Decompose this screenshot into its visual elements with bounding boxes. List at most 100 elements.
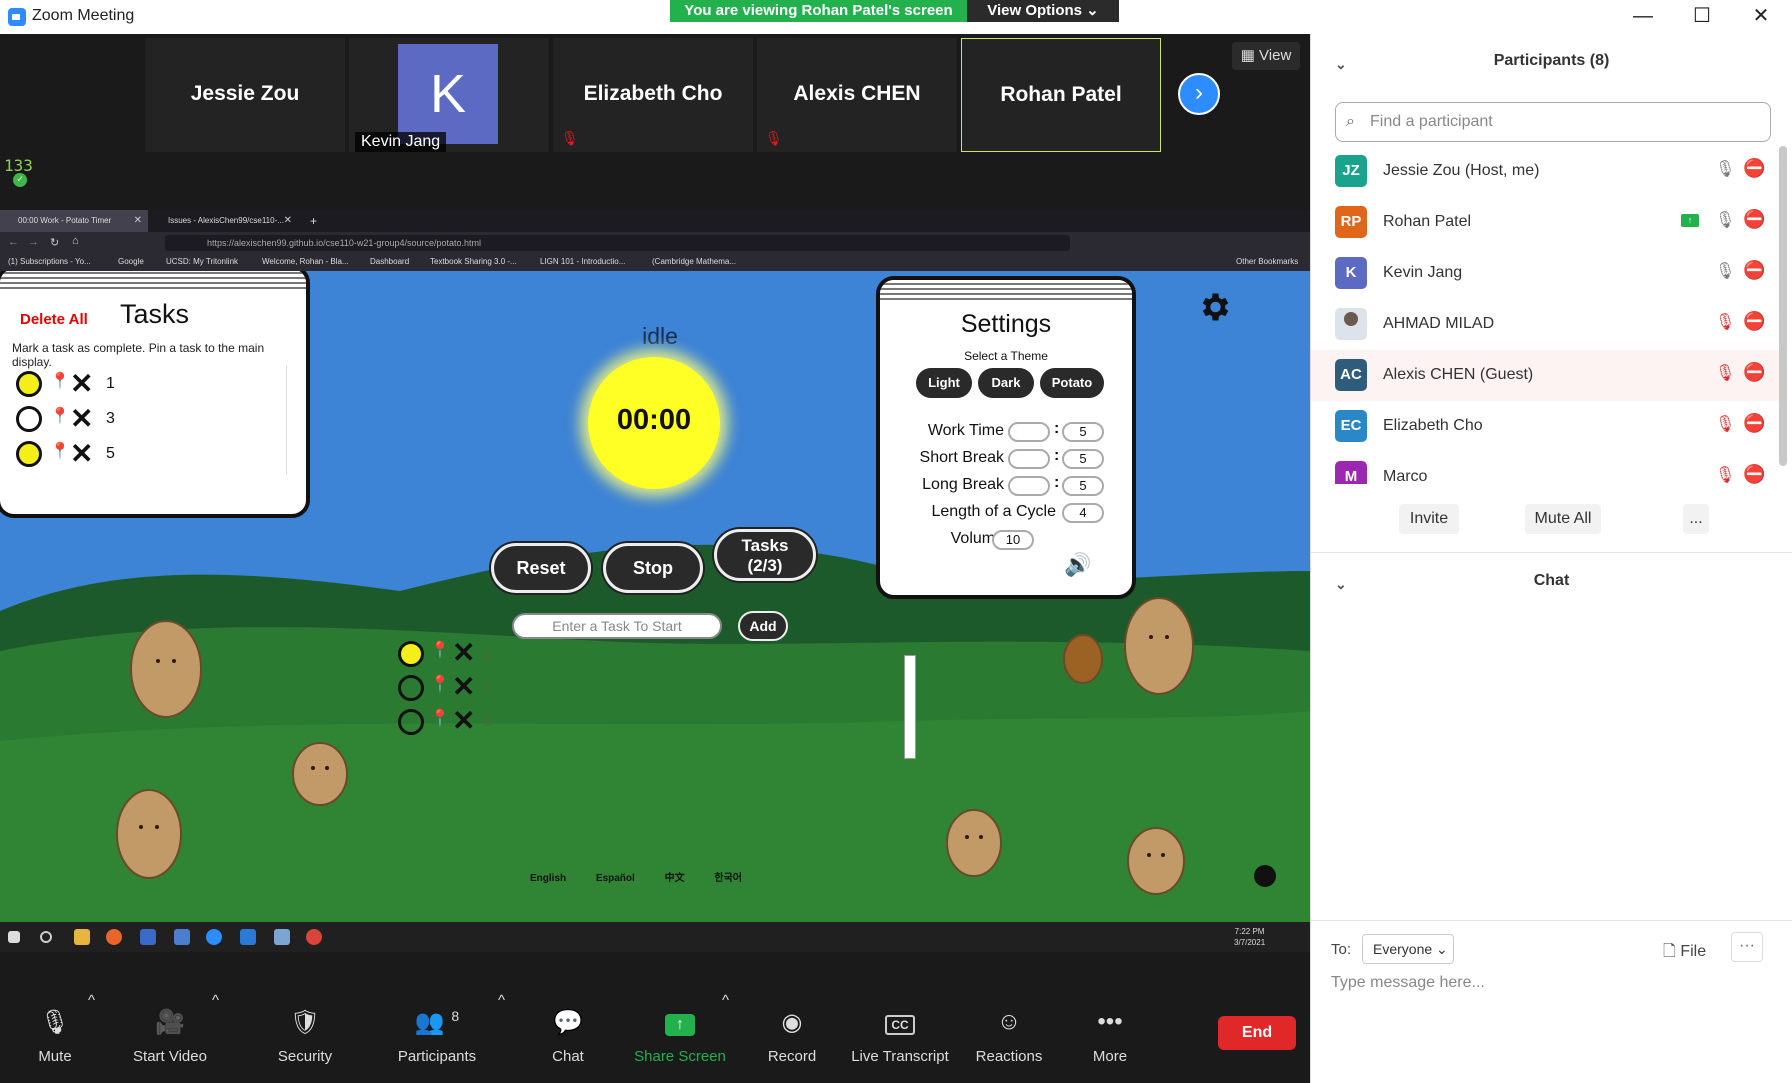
video-tile-kevin[interactable]: K Kevin Jang bbox=[349, 38, 549, 152]
volume-input[interactable]: 10 bbox=[992, 530, 1034, 550]
complete-task-toggle[interactable] bbox=[398, 709, 424, 735]
delete-all-button[interactable]: Delete All bbox=[20, 311, 88, 328]
file-button[interactable]: 🗋 File bbox=[1663, 940, 1706, 967]
collapse-chevron-icon[interactable]: ⌄ bbox=[1335, 56, 1347, 73]
long-break-minutes-input[interactable] bbox=[1008, 476, 1050, 496]
bookmark[interactable]: Other Bookmarks bbox=[1236, 257, 1298, 266]
theme-light-button[interactable]: Light bbox=[916, 368, 972, 398]
chat-more-icon[interactable]: ··· bbox=[1731, 932, 1763, 962]
end-meeting-button[interactable]: End bbox=[1218, 1016, 1296, 1050]
language-korean[interactable]: 한국어 bbox=[714, 873, 742, 884]
recipient-select[interactable]: Everyone ⌄ bbox=[1362, 934, 1454, 964]
close-tab-icon[interactable]: ✕ bbox=[134, 210, 142, 232]
maximize-icon[interactable]: ☐ bbox=[1677, 2, 1727, 30]
participant-row[interactable]: JZ Jessie Zou (Host, me) 🎙 ⛔ bbox=[1311, 146, 1781, 197]
app-icon[interactable] bbox=[274, 929, 290, 945]
pin-icon[interactable]: 📍 bbox=[50, 406, 70, 426]
add-task-button[interactable]: Add bbox=[738, 611, 788, 641]
close-icon[interactable]: ✕ bbox=[1736, 2, 1786, 30]
reload-icon[interactable]: ↻ bbox=[50, 236, 59, 249]
record-button[interactable]: ◉ Record bbox=[760, 992, 824, 1083]
collapse-chevron-icon[interactable]: ⌄ bbox=[1335, 576, 1347, 593]
work-time-minutes-input[interactable] bbox=[1008, 422, 1050, 442]
tasks-button[interactable]: Tasks (2/3) bbox=[714, 529, 816, 581]
chat-message-input[interactable]: Type message here... bbox=[1331, 974, 1485, 992]
bookmark[interactable]: UCSD: My Tritonlink bbox=[166, 257, 238, 266]
video-off-icon[interactable]: ⛔ bbox=[1743, 311, 1765, 332]
firefox-icon[interactable] bbox=[106, 929, 122, 945]
participants-button[interactable]: 👥 8 Participants bbox=[392, 992, 482, 1083]
stop-button[interactable]: Stop bbox=[603, 543, 703, 593]
search-icon[interactable] bbox=[40, 931, 52, 943]
reactions-button[interactable]: ☺ Reactions bbox=[968, 992, 1050, 1083]
github-icon[interactable] bbox=[1254, 865, 1276, 887]
start-video-button[interactable]: 🎥 Start Video bbox=[125, 992, 215, 1083]
mute-options-chevron-icon[interactable]: ^ bbox=[88, 992, 95, 1009]
long-break-seconds-input[interactable]: 5 bbox=[1062, 476, 1104, 496]
chrome-icon[interactable] bbox=[306, 929, 322, 945]
delete-task-icon[interactable]: ✕ bbox=[70, 402, 93, 435]
participant-row[interactable]: AC Alexis CHEN (Guest) 🎙 ⛔ bbox=[1311, 350, 1781, 401]
volume-icon[interactable]: 🔊 bbox=[1064, 552, 1091, 578]
mute-button[interactable]: 🎙 Mute bbox=[20, 992, 90, 1083]
microphone-icon[interactable]: 🎙 bbox=[1715, 261, 1735, 281]
video-tile-jessie[interactable]: Jessie Zou bbox=[145, 38, 345, 152]
browser-tab-issues[interactable]: Issues - AlexisChen99/cse110-... ✕ bbox=[150, 210, 298, 232]
participant-row[interactable]: M Marco 🎙 ⛔ bbox=[1311, 452, 1781, 484]
muted-mic-icon[interactable]: 🎙 bbox=[1715, 414, 1735, 434]
more-button[interactable]: ••• More bbox=[1080, 992, 1140, 1083]
file-explorer-icon[interactable] bbox=[74, 929, 90, 945]
video-off-icon[interactable]: ⛔ bbox=[1743, 158, 1765, 179]
short-break-seconds-input[interactable]: 5 bbox=[1062, 449, 1104, 469]
delete-task-icon[interactable]: ✕ bbox=[70, 367, 93, 400]
complete-task-toggle[interactable] bbox=[16, 371, 42, 397]
video-tile-alexis[interactable]: Alexis CHEN 🎙 bbox=[757, 38, 957, 152]
bookmark[interactable]: Textbook Sharing 3.0 -... bbox=[430, 257, 517, 266]
participant-row[interactable]: EC Elizabeth Cho 🎙 ⛔ bbox=[1311, 401, 1781, 452]
participants-scrollbar[interactable] bbox=[1779, 146, 1787, 466]
reset-button[interactable]: Reset bbox=[491, 543, 591, 593]
video-off-icon[interactable]: ⛔ bbox=[1743, 260, 1765, 281]
language-english[interactable]: English bbox=[530, 873, 566, 884]
bookmark[interactable]: LIGN 101 - Introductio... bbox=[540, 257, 625, 266]
close-tab-icon[interactable]: ✕ bbox=[284, 210, 292, 232]
pin-icon[interactable]: 📍 bbox=[50, 371, 70, 391]
video-options-chevron-icon[interactable]: ^ bbox=[212, 992, 219, 1009]
participants-options-chevron-icon[interactable]: ^ bbox=[498, 992, 505, 1009]
url-bar[interactable]: https://alexischen99.github.io/cse110-w2… bbox=[165, 235, 1070, 251]
muted-mic-icon[interactable]: 🎙 bbox=[1715, 465, 1735, 484]
view-button[interactable]: ▦ View bbox=[1232, 42, 1300, 70]
pin-icon[interactable]: 📍 bbox=[430, 708, 450, 728]
zoom-app-icon[interactable] bbox=[206, 929, 222, 945]
pin-icon[interactable]: 📍 bbox=[430, 640, 450, 660]
invite-button[interactable]: Invite bbox=[1399, 504, 1459, 534]
live-transcript-button[interactable]: CC Live Transcript bbox=[850, 992, 950, 1083]
complete-task-toggle[interactable] bbox=[398, 675, 424, 701]
video-off-icon[interactable]: ⛔ bbox=[1743, 362, 1765, 383]
complete-task-toggle[interactable] bbox=[16, 441, 42, 467]
app-icon[interactable] bbox=[174, 929, 190, 945]
language-chinese[interactable]: 中文 bbox=[665, 873, 685, 884]
cycle-length-input[interactable]: 4 bbox=[1062, 503, 1104, 523]
task-input[interactable]: Enter a Task To Start bbox=[512, 613, 722, 639]
back-icon[interactable]: ← bbox=[8, 236, 19, 248]
windows-start-icon[interactable] bbox=[8, 931, 20, 943]
bookmark[interactable]: Google bbox=[118, 257, 144, 266]
gear-icon[interactable] bbox=[1196, 289, 1232, 325]
minimize-icon[interactable]: — bbox=[1618, 2, 1668, 30]
video-off-icon[interactable]: ⛔ bbox=[1743, 413, 1765, 434]
complete-task-toggle[interactable] bbox=[16, 406, 42, 432]
forward-icon[interactable]: → bbox=[28, 236, 39, 248]
browser-tab-potato[interactable]: 00:00 Work - Potato Timer ✕ bbox=[0, 210, 148, 232]
video-tile-rohan[interactable]: Rohan Patel bbox=[961, 38, 1161, 152]
video-off-icon[interactable]: ⛔ bbox=[1743, 464, 1765, 484]
participant-row[interactable]: RP Rohan Patel ↑ 🎙 ⛔ bbox=[1311, 197, 1781, 248]
delete-task-icon[interactable]: ✕ bbox=[452, 704, 475, 737]
delete-task-icon[interactable]: ✕ bbox=[452, 636, 475, 669]
app-icon[interactable] bbox=[140, 929, 156, 945]
microphone-icon[interactable]: 🎙 bbox=[1715, 159, 1735, 179]
new-tab-icon[interactable]: + bbox=[304, 210, 324, 232]
participant-row[interactable]: AHMAD MILAD 🎙 ⛔ bbox=[1311, 299, 1781, 350]
microphone-icon[interactable]: 🎙 bbox=[1715, 210, 1735, 230]
language-spanish[interactable]: Español bbox=[596, 873, 635, 884]
